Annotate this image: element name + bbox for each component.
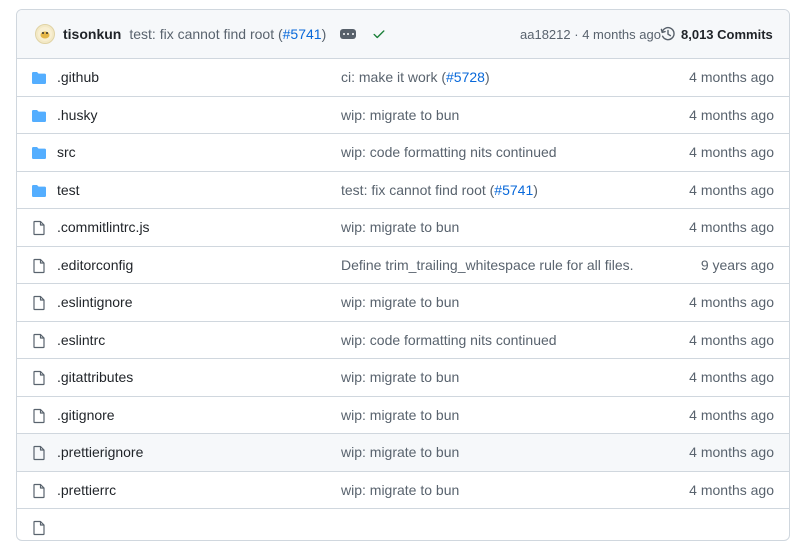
file-commit-message[interactable]: wip: migrate to bun (341, 407, 459, 423)
file-row[interactable] (17, 509, 789, 540)
file-commit-age: 4 months ago (689, 294, 774, 311)
file-icon (31, 520, 47, 536)
latest-commit-bar: tisonkun test: fix cannot find root (#57… (17, 10, 789, 59)
file-commit-age: 4 months ago (689, 406, 774, 423)
file-name-link[interactable]: .eslintignore (57, 294, 133, 310)
history-icon (660, 26, 675, 41)
file-row[interactable]: .eslintignore wip: migrate to bun 4 months… (17, 284, 789, 322)
file-commit-age: 4 months ago (689, 331, 774, 348)
file-row[interactable]: test test: fix cannot find root (#5741) 4 … (17, 172, 789, 209)
file-commit-suffix: ) (533, 181, 538, 198)
file-row[interactable]: .commitlintrc.js wip: migrate to bun 4 mon… (17, 209, 789, 247)
file-icon (31, 370, 47, 386)
file-icon (31, 220, 47, 236)
file-commit-pr-link[interactable]: #5728 (446, 69, 485, 85)
file-row[interactable]: .prettierrc wip: migrate to bun 4 months a… (17, 472, 789, 509)
file-commit-message[interactable]: test: fix cannot find root (#5741) (341, 182, 538, 198)
file-commit-pr-link[interactable]: #5741 (494, 182, 533, 198)
file-row[interactable]: .github ci: make it work (#5728) 4 months … (17, 59, 789, 97)
file-commit-text[interactable]: wip: code formatting nits continued (341, 144, 557, 160)
file-commit-message[interactable]: wip: code formatting nits continued (341, 144, 557, 160)
commit-meta: aa18212 · 4 months ago (520, 27, 661, 42)
file-commit-message[interactable]: wip: migrate to bun (341, 294, 459, 310)
file-commit-age: 4 months ago (689, 444, 774, 461)
file-commit-age: 4 months ago (689, 181, 774, 198)
file-commit-message[interactable]: wip: migrate to bun (341, 107, 459, 123)
file-row[interactable]: .husky wip: migrate to bun 4 months ago (17, 97, 789, 134)
file-name-link[interactable]: .husky (57, 107, 97, 123)
file-icon (31, 445, 47, 461)
file-icon (31, 295, 47, 311)
file-commit-message[interactable]: wip: migrate to bun (341, 369, 459, 385)
meta-separator: · (570, 26, 583, 42)
commits-count[interactable]: 8,013 Commits (681, 27, 773, 42)
commits-history-link[interactable]: 8,013 Commits (660, 26, 773, 42)
file-commit-text[interactable]: wip: migrate to bun (341, 444, 459, 460)
file-row[interactable]: .gitignore wip: migrate to bun 4 months ag… (17, 397, 789, 434)
commit-hash[interactable]: aa18212 (520, 27, 571, 42)
file-name-link[interactable]: test (57, 182, 80, 198)
ellipsis-icon[interactable] (340, 29, 357, 39)
folder-icon (31, 108, 47, 124)
file-name-link[interactable]: .gitignore (57, 407, 115, 423)
file-commit-text[interactable]: wip: migrate to bun (341, 369, 459, 385)
file-commit-message[interactable]: wip: migrate to bun (341, 482, 459, 498)
folder-icon (31, 183, 47, 199)
file-icon (31, 483, 47, 499)
check-icon[interactable] (372, 27, 386, 41)
file-name-link[interactable]: .prettierrc (57, 482, 116, 498)
file-icon (31, 333, 47, 349)
file-commit-text[interactable]: wip: migrate to bun (341, 219, 459, 235)
file-commit-text[interactable]: ci: make it work ( (341, 69, 446, 85)
file-row[interactable]: .eslintrc wip: code formatting nits conti… (17, 322, 789, 359)
file-commit-message[interactable]: wip: migrate to bun (341, 219, 459, 235)
file-commit-text[interactable]: wip: migrate to bun (341, 407, 459, 423)
file-commit-text[interactable]: Define trim_trailing_whitespace rule for… (341, 257, 634, 273)
commit-age: 4 months ago (582, 26, 661, 42)
commit-message[interactable]: test: fix cannot find root (#5741) (129, 26, 326, 42)
file-name-link[interactable]: .eslintrc (57, 332, 105, 348)
file-row[interactable]: src wip: code formatting nits continued 4 … (17, 134, 789, 172)
file-commit-message[interactable]: Define trim_trailing_whitespace rule for… (341, 257, 634, 273)
file-commit-age: 9 years ago (700, 256, 774, 273)
file-browser: tisonkun test: fix cannot find root (#57… (16, 9, 790, 541)
file-list: .github ci: make it work (#5728) 4 months … (17, 59, 789, 540)
file-name-link[interactable]: .gitattributes (57, 369, 133, 385)
file-icon (31, 258, 47, 274)
file-commit-message[interactable]: wip: migrate to bun (341, 444, 459, 460)
file-row[interactable]: .gitattributes wip: migrate to bun 4 month… (17, 359, 789, 397)
file-commit-age: 4 months ago (689, 106, 774, 123)
folder-icon (31, 145, 47, 161)
file-name-link[interactable]: src (57, 144, 76, 160)
file-name-link[interactable]: .editorconfig (57, 257, 133, 273)
file-commit-age: 4 months ago (689, 144, 774, 161)
commit-message-suffix: ) (321, 26, 327, 42)
commit-author[interactable]: tisonkun (63, 26, 121, 42)
file-commit-age: 4 months ago (689, 481, 774, 498)
file-commit-text[interactable]: wip: migrate to bun (341, 294, 459, 310)
file-row[interactable]: .editorconfig Define trim_trailing_whites… (17, 247, 789, 284)
author-avatar[interactable] (35, 24, 55, 44)
commit-pr-link[interactable]: #5741 (283, 26, 322, 42)
file-commit-text[interactable]: test: fix cannot find root ( (341, 182, 494, 198)
file-commit-message[interactable]: ci: make it work (#5728) (341, 69, 490, 85)
file-name-link[interactable]: .github (57, 69, 99, 85)
file-name-link[interactable]: .commitlintrc.js (57, 219, 150, 235)
file-commit-age: 4 months ago (689, 369, 774, 386)
file-icon (31, 408, 47, 424)
file-commit-message[interactable]: wip: code formatting nits continued (341, 332, 557, 348)
file-commit-age: 4 months ago (689, 69, 774, 86)
file-row[interactable]: .prettierignore wip: migrate to bun 4 mont… (17, 434, 789, 472)
file-name-link[interactable]: .prettierignore (57, 444, 143, 460)
file-commit-text[interactable]: wip: code formatting nits continued (341, 332, 557, 348)
file-commit-text[interactable]: wip: migrate to bun (341, 482, 459, 498)
folder-icon (31, 70, 47, 86)
file-commit-suffix: ) (484, 69, 490, 86)
file-commit-age: 4 months ago (689, 219, 774, 236)
file-commit-text[interactable]: wip: migrate to bun (341, 107, 459, 123)
commit-message-text[interactable]: test: fix cannot find root ( (129, 26, 282, 42)
